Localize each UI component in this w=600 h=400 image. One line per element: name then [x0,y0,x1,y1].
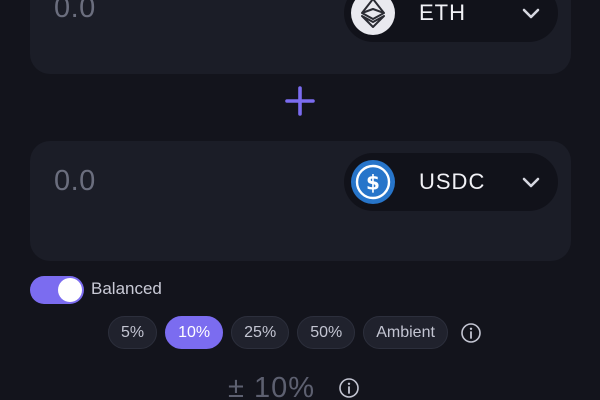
range-option-10[interactable]: 10% [165,316,224,349]
range-width-display: ± 10% [228,372,316,400]
token-a-card: 0.0 ETH [30,0,571,74]
info-icon[interactable] [338,377,360,399]
range-option-ambient[interactable]: Ambient [363,316,448,349]
token-b-amount-input[interactable]: 0.0 [54,165,96,198]
range-option-50[interactable]: 50% [297,316,356,349]
chevron-down-icon [522,177,540,188]
plus-icon [285,86,315,116]
token-a-selector[interactable]: ETH [344,0,558,42]
range-option-5[interactable]: 5% [108,316,158,349]
balanced-toggle[interactable] [30,276,84,304]
info-icon[interactable] [460,322,482,344]
token-a-symbol: ETH [419,0,466,25]
eth-logo-icon [351,0,395,35]
range-options: 5% 10% 25% 50% Ambient [108,316,482,349]
range-option-25[interactable]: 25% [231,316,290,349]
token-b-selector[interactable]: $ USDC [344,153,558,211]
chevron-down-icon [522,8,540,19]
page: 0.0 ETH 0.0 $ USDC Balanced 5% 10% 25% 5… [0,0,600,400]
usdc-logo-icon: $ [351,160,395,204]
token-b-card: 0.0 $ USDC [30,141,571,261]
token-b-symbol: USDC [419,169,486,194]
token-a-amount-input[interactable]: 0.0 [54,0,96,25]
balanced-toggle-label: Balanced [91,279,162,298]
svg-text:$: $ [366,171,380,195]
toggle-knob [58,278,82,302]
